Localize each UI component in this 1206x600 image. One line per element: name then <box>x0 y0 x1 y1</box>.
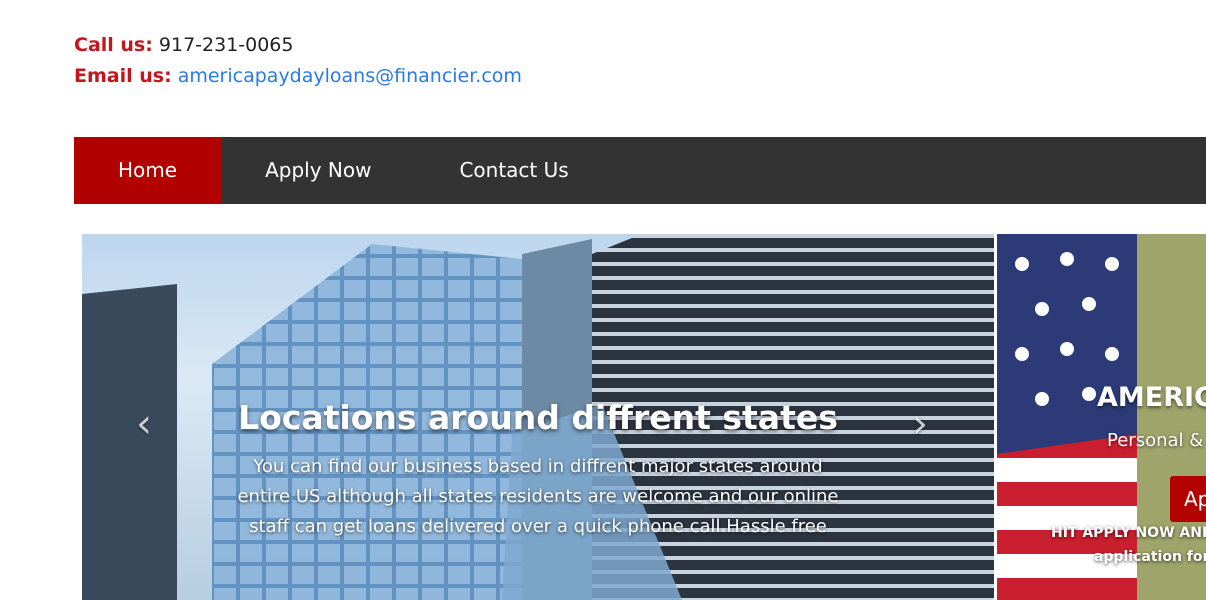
nav-apply-now[interactable]: Apply Now <box>221 137 415 204</box>
main-nav: Home Apply Now Contact Us <box>74 137 1206 204</box>
slide2-app-text: application for <box>1094 549 1206 565</box>
carousel-slide-buildings: ‹ › Locations around diffrent states You… <box>82 234 994 600</box>
slide2-title: AMERIC <box>1097 382 1206 413</box>
phone-number[interactable]: 917-231-0065 <box>159 34 294 56</box>
slide2-hit-text: HIT APPLY NOW ANI <box>1051 525 1206 541</box>
email-label: Email us: <box>74 65 172 87</box>
phone-line: Call us: 917-231-0065 <box>74 30 522 61</box>
slide2-apply-button[interactable]: Ap <box>1170 476 1206 522</box>
nav-home[interactable]: Home <box>74 137 222 204</box>
slide2-subtitle: Personal & <box>1107 430 1204 451</box>
email-line: Email us: americapaydayloans@financier.c… <box>74 61 522 92</box>
slide-title: Locations around diffrent states <box>238 398 838 437</box>
call-label: Call us: <box>74 34 153 56</box>
nav-contact-us[interactable]: Contact Us <box>415 137 612 204</box>
slide-description: You can find our business based in diffr… <box>237 456 839 537</box>
contact-info: Call us: 917-231-0065 Email us: americap… <box>74 30 522 92</box>
american-flag-image <box>997 234 1206 600</box>
email-link[interactable]: americapaydayloans@financier.com <box>178 65 522 87</box>
carousel-slide-flag: AMERIC Personal & Ap HIT APPLY NOW ANI a… <box>997 234 1206 600</box>
